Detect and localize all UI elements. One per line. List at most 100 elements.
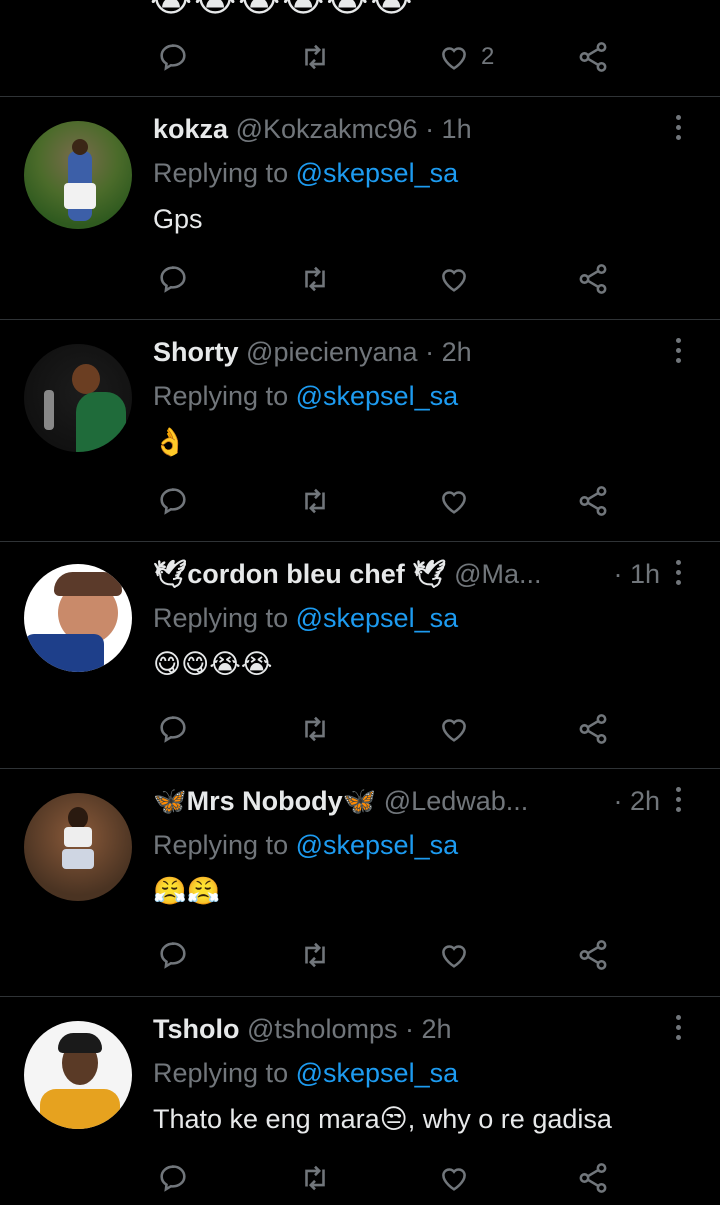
tweet-actions xyxy=(0,705,720,753)
like-button[interactable] xyxy=(437,1154,471,1202)
reply-tweet[interactable]: Tsholo @tsholomps · 2h Replying to @skep… xyxy=(0,997,720,1205)
more-options-button[interactable] xyxy=(668,338,688,368)
reply-icon xyxy=(160,1165,186,1192)
share-icon xyxy=(579,486,607,516)
reply-icon xyxy=(160,266,186,293)
reply-tweet[interactable]: kokza @Kokzakmc96 · 1h Replying to @skep… xyxy=(0,97,720,320)
reply-icon xyxy=(160,942,186,969)
more-icon xyxy=(668,115,688,140)
handle[interactable]: @Ma... xyxy=(454,559,541,589)
timestamp[interactable]: · 1h xyxy=(425,114,472,144)
replying-to: Replying to @skepsel_sa xyxy=(153,830,459,860)
reply-button[interactable] xyxy=(156,1154,190,1202)
like-button[interactable] xyxy=(437,931,471,979)
more-icon xyxy=(668,560,688,585)
retweet-button[interactable] xyxy=(298,33,332,81)
share-icon xyxy=(579,940,607,970)
more-options-button[interactable] xyxy=(668,787,688,817)
display-name[interactable]: 🦋Mrs Nobody🦋 xyxy=(153,786,376,816)
display-name[interactable]: Tsholo xyxy=(153,1014,239,1044)
share-icon xyxy=(579,1163,607,1193)
avatar[interactable] xyxy=(24,121,132,229)
reply-icon xyxy=(160,488,186,515)
display-name[interactable]: 🕊cordon bleu chef 🕊 xyxy=(153,559,447,589)
like-count: 2 xyxy=(481,43,495,70)
avatar[interactable] xyxy=(24,1021,132,1129)
display-name[interactable]: kokza xyxy=(153,114,228,144)
timestamp[interactable]: · 1h xyxy=(613,554,660,594)
reply-button[interactable] xyxy=(156,255,190,303)
avatar[interactable] xyxy=(24,564,132,672)
share-button[interactable] xyxy=(576,477,610,525)
reply-icon xyxy=(160,44,186,71)
more-icon xyxy=(668,338,688,363)
tweet-text: 😤😤 xyxy=(153,876,221,906)
reply-button[interactable] xyxy=(156,33,190,81)
timestamp[interactable]: · 2h xyxy=(425,337,472,367)
retweet-button[interactable] xyxy=(298,255,332,303)
replying-to: Replying to @skepsel_sa xyxy=(153,158,459,188)
share-button[interactable] xyxy=(576,705,610,753)
tweet-actions xyxy=(0,931,720,979)
retweet-button[interactable] xyxy=(298,705,332,753)
tweet-actions xyxy=(0,1154,720,1202)
retweet-icon xyxy=(305,716,325,742)
more-options-button[interactable] xyxy=(668,560,688,590)
like-button[interactable] xyxy=(437,477,471,525)
tweet-actions: 2 xyxy=(0,33,720,81)
reply-icon xyxy=(160,716,186,743)
reply-tweet[interactable]: 🕊cordon bleu chef 🕊 @Ma... · 1h Replying… xyxy=(0,542,720,769)
retweet-button[interactable] xyxy=(298,931,332,979)
tweet-header: 🕊cordon bleu chef 🕊 @Ma... · 1h xyxy=(153,554,660,594)
like-button[interactable]: 2 xyxy=(437,33,494,81)
reply-tweet[interactable]: Shorty @piecienyana · 2h Replying to @sk… xyxy=(0,320,720,542)
retweet-button[interactable] xyxy=(298,477,332,525)
tweet-text: 👌 xyxy=(153,427,187,457)
mention-link[interactable]: @skepsel_sa xyxy=(296,381,459,411)
more-options-button[interactable] xyxy=(668,1015,688,1045)
reply-tweet[interactable]: 🦋Mrs Nobody🦋 @Ledwab... · 2h Replying to… xyxy=(0,769,720,997)
handle[interactable]: @piecienyana xyxy=(246,337,418,367)
tweet-text: Gps xyxy=(153,204,203,234)
mention-link[interactable]: @skepsel_sa xyxy=(296,1058,459,1088)
retweet-icon xyxy=(305,942,325,968)
more-options-button[interactable] xyxy=(668,115,688,145)
like-icon xyxy=(442,945,466,968)
like-icon xyxy=(442,1168,466,1191)
like-button[interactable] xyxy=(437,255,471,303)
replying-to: Replying to @skepsel_sa xyxy=(153,1058,459,1088)
share-button[interactable] xyxy=(576,255,610,303)
replying-to: Replying to @skepsel_sa xyxy=(153,381,459,411)
share-icon xyxy=(579,42,607,72)
tweet-header: Shorty @piecienyana · 2h xyxy=(153,332,660,372)
handle[interactable]: @tsholomps xyxy=(247,1014,397,1044)
like-button[interactable] xyxy=(437,705,471,753)
avatar[interactable] xyxy=(24,344,132,452)
tweet-header: Tsholo @tsholomps · 2h xyxy=(153,1009,660,1049)
retweet-button[interactable] xyxy=(298,1154,332,1202)
more-icon xyxy=(668,787,688,812)
share-button[interactable] xyxy=(576,1154,610,1202)
reply-button[interactable] xyxy=(156,477,190,525)
retweet-icon xyxy=(305,1165,325,1191)
avatar[interactable] xyxy=(24,793,132,901)
reply-button[interactable] xyxy=(156,705,190,753)
tweet-header: kokza @Kokzakmc96 · 1h xyxy=(153,109,660,149)
tweet-actions xyxy=(0,255,720,303)
mention-link[interactable]: @skepsel_sa xyxy=(296,158,459,188)
share-button[interactable] xyxy=(576,931,610,979)
share-button[interactable] xyxy=(576,33,610,81)
mention-link[interactable]: @skepsel_sa xyxy=(296,603,459,633)
display-name[interactable]: Shorty xyxy=(153,337,239,367)
share-icon xyxy=(579,264,607,294)
mention-link[interactable]: @skepsel_sa xyxy=(296,830,459,860)
handle[interactable]: @Ledwab... xyxy=(384,786,529,816)
handle[interactable]: @Kokzakmc96 xyxy=(236,114,418,144)
like-icon xyxy=(442,491,466,514)
share-icon xyxy=(579,714,607,744)
reply-button[interactable] xyxy=(156,931,190,979)
timestamp[interactable]: · 2h xyxy=(405,1014,452,1044)
retweet-icon xyxy=(305,44,325,70)
timestamp[interactable]: · 2h xyxy=(613,781,660,821)
tweet-header: 🦋Mrs Nobody🦋 @Ledwab... · 2h xyxy=(153,781,660,821)
